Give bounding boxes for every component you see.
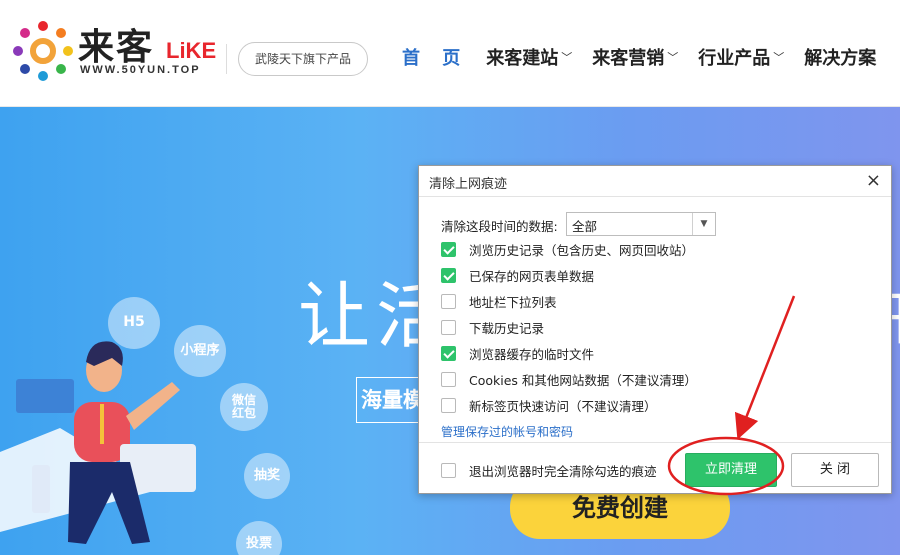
option-new-tab-shortcuts[interactable]: 新标签页快速访问（不建议清理） (441, 397, 657, 414)
nav-item-solutions[interactable]: 解决方案 (804, 44, 876, 70)
chevron-down-icon: ﹀ (773, 51, 785, 64)
checkbox-checked[interactable] (441, 345, 456, 361)
option-address-bar-list[interactable]: 地址栏下拉列表 (441, 293, 557, 310)
option-browsing-history[interactable]: 浏览历史记录（包含历史、网页回收站） (441, 241, 695, 258)
option-label: 地址栏下拉列表 (469, 294, 557, 310)
bubble-label: H5 (123, 314, 145, 331)
bubble-label: 投票 (245, 535, 272, 551)
main-nav: 首 页 来客建站 ﹀ 来客营销 ﹀ 行业产品 ﹀ 解决方案 (394, 44, 896, 70)
nav-item-label: 行业产品 (698, 48, 771, 69)
logo-url: WWW.50YUN.TOP (80, 64, 201, 76)
checkbox-checked[interactable] (441, 267, 456, 283)
clear-now-button[interactable]: 立即清理 (685, 453, 777, 487)
checkbox-unchecked[interactable] (441, 371, 456, 387)
close-icon[interactable]: × (866, 170, 881, 191)
bubble-label: 抽奖 (253, 467, 280, 483)
checkbox-unchecked[interactable] (441, 319, 456, 335)
person-illustration (0, 341, 196, 544)
nav-item-label: 首 页 (402, 48, 469, 69)
checkbox-unchecked[interactable] (441, 397, 456, 413)
nav-item-label: 解决方案 (804, 48, 877, 69)
slogan-badge: 武陵天下旗下产品 (238, 42, 368, 76)
option-cache-files[interactable]: 浏览器缓存的临时文件 (441, 345, 595, 362)
option-form-data[interactable]: 已保存的网页表单数据 (441, 267, 595, 284)
site-header: 来客 LiKE WWW.50YUN.TOP 武陵天下旗下产品 首 页 来客建站 … (0, 0, 900, 107)
logo-wordmark[interactable]: 来客 (78, 18, 154, 70)
nav-item-industry[interactable]: 行业产品 ﹀ (698, 44, 784, 70)
option-label: 下载历史记录 (469, 320, 545, 336)
nav-item-label: 来客营销 (592, 48, 665, 69)
bubble-vote: 投票 (236, 521, 282, 555)
logo-like: LiKE (166, 38, 217, 63)
manage-passwords-link[interactable]: 管理保存过的帐号和密码 (441, 423, 573, 440)
checkbox-unchecked[interactable] (441, 293, 456, 309)
time-range-label: 清除这段时间的数据: (441, 219, 558, 234)
option-clear-on-exit[interactable]: 退出浏览器时完全清除勾选的痕迹 (441, 462, 657, 479)
option-label: 已保存的网页表单数据 (469, 268, 595, 284)
nav-item-site-builder[interactable]: 来客建站 ﹀ (486, 44, 572, 70)
checkbox-checked[interactable] (441, 241, 456, 257)
bubble-lottery: 抽奖 (244, 453, 290, 499)
chevron-down-icon: ﹀ (561, 51, 573, 64)
logo-icon[interactable] (12, 20, 74, 82)
dialog-title: 清除上网痕迹 (429, 177, 508, 192)
logo-divider (226, 44, 227, 74)
option-label: Cookies 和其他网站数据（不建议清理） (469, 372, 697, 388)
nav-item-home[interactable]: 首 页 (402, 44, 468, 70)
option-cookies[interactable]: Cookies 和其他网站数据（不建议清理） (441, 371, 697, 388)
time-range-value: 全部 (572, 219, 598, 234)
divider (419, 196, 891, 197)
nav-item-label: 来客建站 (486, 48, 559, 69)
chevron-down-icon: ﹀ (667, 51, 679, 64)
nav-item-marketing[interactable]: 来客营销 ﹀ (592, 44, 678, 70)
time-range-select[interactable]: 全部 ▼ (566, 212, 716, 236)
option-download-history[interactable]: 下载历史记录 (441, 319, 545, 336)
checkbox-unchecked[interactable] (441, 462, 456, 478)
clear-browsing-data-dialog: 清除上网痕迹 × 清除这段时间的数据: 全部 ▼ 浏览历史记录（包含历史、网页回… (418, 165, 892, 494)
option-label: 浏览历史记录（包含历史、网页回收站） (469, 242, 695, 258)
option-label: 浏览器缓存的临时文件 (469, 346, 595, 362)
divider (419, 442, 891, 443)
option-label: 退出浏览器时完全清除勾选的痕迹 (469, 463, 657, 479)
close-button[interactable]: 关 闭 (791, 453, 879, 487)
option-label: 新标签页快速访问（不建议清理） (469, 398, 657, 414)
dropdown-arrow-icon[interactable]: ▼ (692, 213, 715, 235)
